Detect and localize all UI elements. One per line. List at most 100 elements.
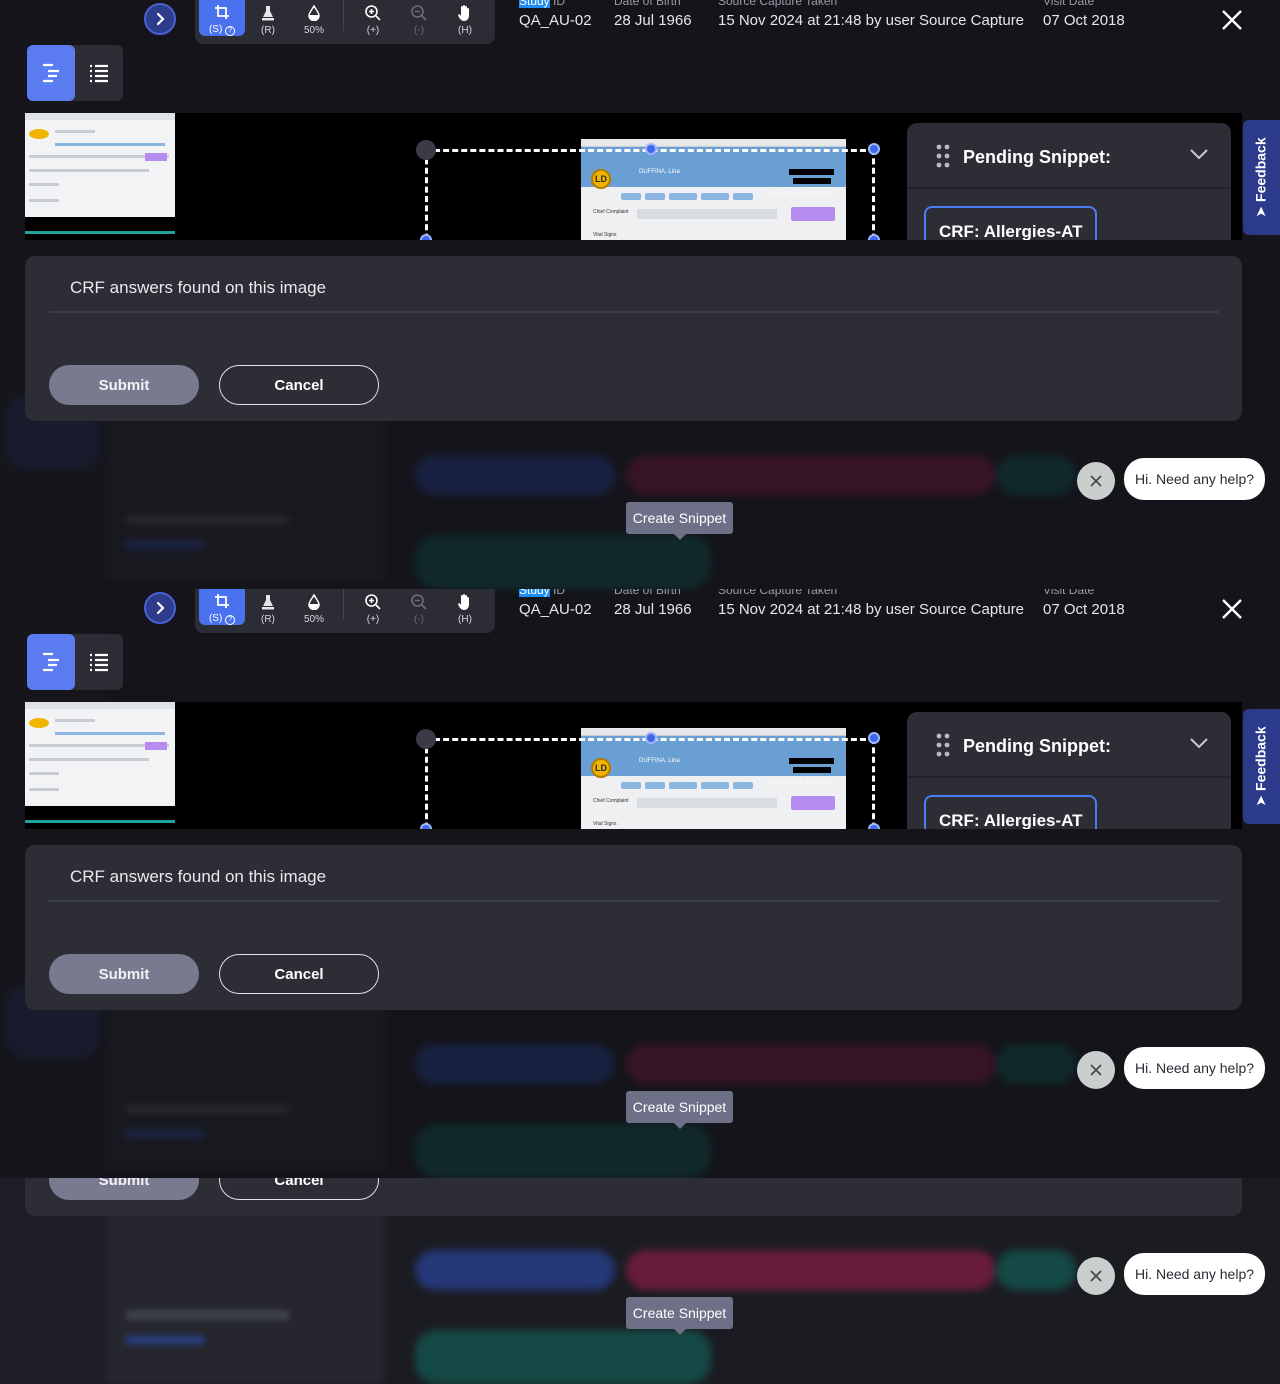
selection-handle[interactable]	[420, 823, 432, 829]
outline-view-button[interactable]	[27, 45, 75, 101]
selection-handle[interactable]	[420, 234, 432, 240]
zoom-out-button[interactable]: (-)	[396, 589, 442, 625]
cancel-button[interactable]: Cancel	[219, 1178, 379, 1200]
chevron-right-icon	[156, 12, 165, 26]
selection-handle[interactable]	[868, 823, 880, 829]
image-viewer-strip[interactable]: LD DUFFINA, Lina Date of Service: 10/23/…	[25, 113, 1242, 240]
submit-button[interactable]: Submit	[49, 954, 199, 994]
help-dismiss-button[interactable]	[1077, 462, 1115, 500]
chevron-down-icon[interactable]	[1189, 736, 1209, 755]
opacity-drop-icon	[305, 593, 323, 611]
thumbnail-selected-indicator	[25, 820, 175, 823]
selection-rectangle[interactable]	[425, 738, 875, 829]
chevron-down-icon[interactable]	[1189, 147, 1209, 166]
next-arrow-button[interactable]	[144, 3, 176, 35]
toolbar-divider	[343, 0, 344, 31]
toolbar-divider	[343, 589, 344, 620]
help-chat-bubble[interactable]: Hi. Need any help?	[1124, 1047, 1265, 1089]
zoom-in-button[interactable]: (+)	[350, 589, 396, 625]
zoom-in-button[interactable]: (+)	[350, 0, 396, 36]
capture-label: Source Capture Taken	[718, 589, 838, 597]
zoom-in-label: (+)	[366, 614, 380, 625]
close-icon	[1090, 1270, 1102, 1282]
selection-handle[interactable]	[416, 729, 436, 749]
snippet-viewer-partial: (S) ? (R) 50% (+) (-) (H) Study ID QA_AU…	[0, 1178, 1280, 1384]
drag-handle-icon[interactable]	[935, 143, 951, 174]
visit-date-value: 07 Oct 2018	[1043, 601, 1125, 618]
list-view-button[interactable]	[75, 45, 123, 101]
close-viewer-button[interactable]	[1218, 595, 1246, 623]
image-viewer-strip[interactable]: LD DUFFINA, Lina Date of Service: 10/23/…	[25, 702, 1242, 829]
redact-tool-button[interactable]: (R)	[245, 0, 291, 36]
opacity-tool-label: 50%	[303, 25, 324, 36]
capture-label: Source Capture Taken	[718, 0, 838, 8]
pending-divider	[907, 776, 1231, 778]
hand-pan-button[interactable]: (H)	[442, 589, 488, 625]
feedback-tab[interactable]: ➤ Feedback	[1243, 120, 1280, 235]
crop-tool-label: (S) ?	[209, 24, 236, 36]
close-icon	[1090, 475, 1102, 487]
capture-field: Source Capture Taken 15 Nov 2024 at 21:4…	[718, 0, 1024, 29]
crop-tool-button[interactable]: (S) ?	[199, 0, 245, 36]
help-dismiss-button[interactable]	[1077, 1257, 1115, 1295]
study-id-label: Study ID	[519, 0, 592, 8]
feedback-label: ➤ Feedback	[1253, 726, 1269, 807]
zoom-out-button[interactable]: (-)	[396, 0, 442, 36]
dob-label: Date of Birth	[614, 0, 681, 8]
crf-divider	[49, 900, 1219, 902]
crf-form-chip[interactable]: CRF: Allergies-AT	[924, 795, 1097, 829]
list-icon	[90, 653, 108, 672]
crf-answers-panel: CRF answers found on this image Submit C…	[25, 256, 1242, 421]
selection-handle[interactable]	[868, 143, 880, 155]
selection-handle[interactable]	[416, 140, 436, 160]
next-arrow-button[interactable]	[144, 592, 176, 624]
hand-pan-button[interactable]: (H)	[442, 0, 488, 36]
page-thumbnail[interactable]	[25, 702, 175, 806]
submit-button[interactable]: Submit	[49, 1178, 199, 1200]
help-chat-bubble[interactable]: Hi. Need any help?	[1124, 1253, 1265, 1295]
close-viewer-button[interactable]	[1218, 6, 1246, 34]
selection-rectangle[interactable]	[425, 149, 875, 240]
redact-tool-button[interactable]: (R)	[245, 589, 291, 625]
close-icon	[1222, 599, 1242, 619]
list-icon	[90, 64, 108, 83]
redact-icon	[259, 4, 277, 22]
selection-handle[interactable]	[645, 143, 657, 155]
feedback-tab[interactable]: ➤ Feedback	[1243, 709, 1280, 824]
help-dismiss-button[interactable]	[1077, 1051, 1115, 1089]
study-id-field: Study ID QA_AU-02	[519, 0, 592, 29]
study-id-label: Study ID	[519, 589, 592, 597]
drag-handle-icon[interactable]	[935, 732, 951, 763]
outline-list-icon	[43, 652, 59, 672]
selection-handle[interactable]	[868, 234, 880, 240]
selection-handle[interactable]	[645, 732, 657, 744]
zoom-in-icon	[364, 593, 382, 611]
annotation-toolbar: (S) ? (R) 50% (+) (-) (H)	[195, 0, 495, 44]
visit-date-label: Visit Date	[1043, 589, 1095, 597]
capture-value: 15 Nov 2024 at 21:48 by user Source Capt…	[718, 601, 1025, 618]
help-chat-bubble[interactable]: Hi. Need any help?	[1124, 458, 1265, 500]
dob-field: Date of Birth 28 Jul 1966	[614, 0, 692, 29]
submit-button[interactable]: Submit	[49, 365, 199, 405]
list-view-button[interactable]	[75, 634, 123, 690]
capture-value: 15 Nov 2024 at 21:48 by user Source Capt…	[718, 12, 1025, 29]
crop-tool-button[interactable]: (S) ?	[199, 589, 245, 625]
opacity-tool-button[interactable]: 50%	[291, 0, 337, 36]
study-id-field: Study ID QA_AU-02	[519, 589, 592, 618]
crf-form-chip[interactable]: CRF: Allergies-AT	[924, 206, 1097, 240]
crf-answers-panel: CRF answers found on this image Submit C…	[25, 845, 1242, 1010]
cancel-button[interactable]: Cancel	[219, 365, 379, 405]
redact-icon	[259, 593, 277, 611]
zoom-out-label: (-)	[414, 614, 424, 625]
page-thumbnail[interactable]	[25, 113, 175, 217]
cancel-button[interactable]: Cancel	[219, 954, 379, 994]
outline-view-button[interactable]	[27, 634, 75, 690]
create-snippet-tooltip: Create Snippet	[626, 502, 733, 540]
selection-handle[interactable]	[868, 732, 880, 744]
pending-snippet-title: Pending Snippet:	[963, 147, 1111, 167]
crf-divider	[49, 311, 1219, 313]
crop-icon	[213, 3, 231, 21]
opacity-tool-button[interactable]: 50%	[291, 589, 337, 625]
dob-label: Date of Birth	[614, 589, 681, 597]
zoom-in-label: (+)	[366, 25, 380, 36]
